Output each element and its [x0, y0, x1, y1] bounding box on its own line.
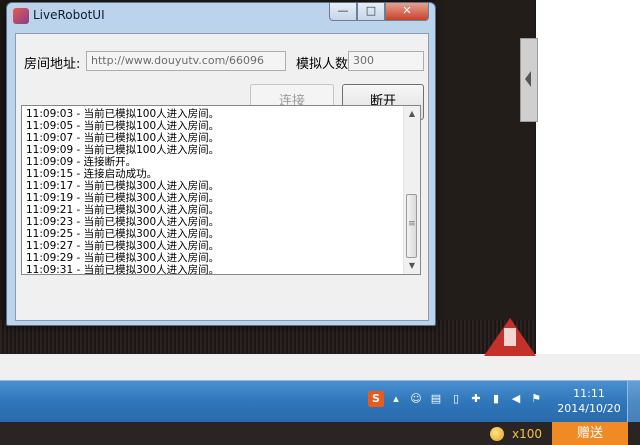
coin-icon: [490, 427, 504, 441]
log-line: 11:09:21 - 当前已模拟300人进入房间。: [26, 204, 220, 216]
coin-count: x100: [512, 427, 543, 441]
log-line: 11:09:31 - 当前已模拟300人进入房间。: [26, 264, 220, 276]
log-line: 11:09:09 - 当前已模拟100人进入房间。: [26, 144, 220, 156]
printer-icon[interactable]: ▤: [428, 391, 444, 407]
background-lower-strip: [0, 354, 640, 380]
security-icon[interactable]: ✚: [468, 391, 484, 407]
warning-mark: [504, 328, 516, 346]
network-icon[interactable]: ▮: [488, 391, 504, 407]
taskbar-clock[interactable]: 11:11 2014/10/20: [556, 386, 622, 416]
log-line: 11:09:23 - 当前已模拟300人进入房间。: [26, 216, 220, 228]
background-side-panel: [536, 0, 640, 380]
log-line: 11:09:29 - 当前已模拟300人进入房间。: [26, 252, 220, 264]
log-line: 11:09:19 - 当前已模拟300人进入房间。: [26, 192, 220, 204]
scroll-down-arrow-icon[interactable]: ▼: [404, 258, 420, 274]
room-address-label: 房间地址:: [24, 57, 81, 72]
simulated-count-input[interactable]: 300: [348, 51, 424, 71]
live-robot-window: LiveRobotUI — □ ✕ 房间地址: http://www.douyu…: [6, 2, 436, 326]
sogou-icon[interactable]: S: [368, 391, 384, 407]
app-icon: [13, 8, 29, 24]
device-icon[interactable]: ▯: [448, 391, 464, 407]
send-gift-button[interactable]: 赠送: [552, 422, 628, 445]
show-hidden-icon[interactable]: ▴: [388, 391, 404, 407]
system-tray: S ▴ ☺ ▤ ▯ ✚ ▮ ◀ ⚑: [368, 391, 544, 407]
log-line: 11:09:03 - 当前已模拟100人进入房间。: [26, 108, 220, 120]
title-bar[interactable]: LiveRobotUI — □ ✕: [7, 3, 435, 27]
minimize-button[interactable]: —: [329, 3, 357, 21]
log-lines: 11:09:03 - 当前已模拟100人进入房间。 11:09:05 - 当前已…: [26, 108, 406, 276]
log-textbox[interactable]: 11:09:03 - 当前已模拟100人进入房间。 11:09:05 - 当前已…: [21, 105, 421, 276]
maximize-button[interactable]: □: [357, 3, 385, 21]
scroll-up-arrow-icon[interactable]: ▲: [404, 106, 420, 122]
user-icon[interactable]: ☺: [408, 391, 424, 407]
log-line: 11:09:25 - 当前已模拟300人进入房间。: [26, 228, 220, 240]
simulated-count-label: 模拟人数:: [296, 57, 353, 72]
log-line: 11:09:07 - 当前已模拟100人进入房间。: [26, 132, 220, 144]
taskbar: S ▴ ☺ ▤ ▯ ✚ ▮ ◀ ⚑ 11:11 2014/10/20: [0, 380, 640, 423]
flag-icon[interactable]: ⚑: [528, 391, 544, 407]
window-title: LiveRobotUI: [33, 8, 105, 22]
gift-bar: x100 赠送: [0, 422, 640, 445]
close-button[interactable]: ✕: [385, 3, 429, 21]
log-line: 11:09:09 - 连接断开。: [26, 156, 137, 168]
scroll-thumb[interactable]: [406, 194, 417, 258]
log-line: 11:09:15 - 连接启动成功。: [26, 168, 158, 180]
clock-time: 11:11: [573, 387, 605, 400]
volume-icon[interactable]: ◀: [508, 391, 524, 407]
window-controls: — □ ✕: [329, 3, 429, 21]
show-desktop-button[interactable]: [627, 381, 640, 423]
clock-date: 2014/10/20: [557, 402, 621, 415]
log-line: 11:09:17 - 当前已模拟300人进入房间。: [26, 180, 220, 192]
room-address-input[interactable]: http://www.douyutv.com/66096: [86, 51, 286, 71]
background-collapse-tab[interactable]: [520, 38, 538, 122]
log-line: 11:09:27 - 当前已模拟300人进入房间。: [26, 240, 220, 252]
log-scrollbar[interactable]: ▲ ▼: [403, 106, 420, 274]
log-line: 11:09:05 - 当前已模拟100人进入房间。: [26, 120, 220, 132]
